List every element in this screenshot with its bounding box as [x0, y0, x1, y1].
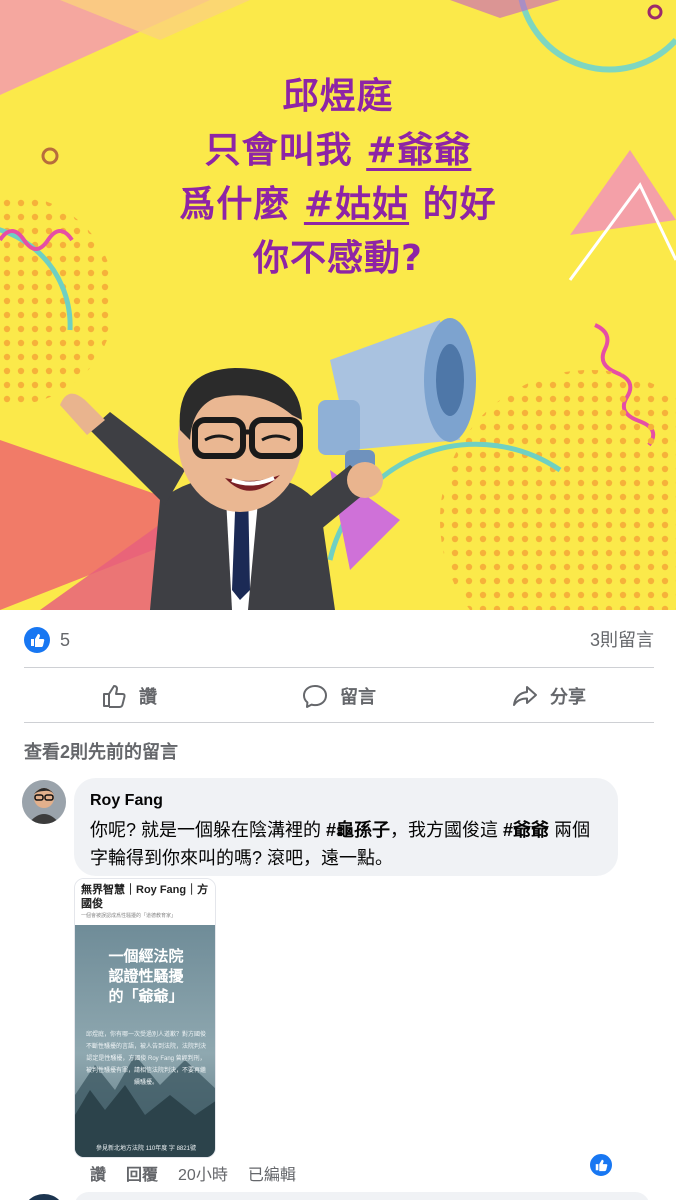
attachment-body-text: 邱煜庭，你有哪一次受過別人道歉？對方國俊不斷性騷擾的言語，被人告到法院，法院判決… — [85, 1032, 206, 1086]
comment-author[interactable]: Roy Fang — [90, 790, 602, 812]
comment-reaction-thumbs-up-icon[interactable] — [588, 1152, 614, 1178]
comment-count[interactable]: 3則留言 — [590, 627, 654, 653]
attachment-title-line: 認證性騷擾 — [108, 968, 184, 985]
like-button[interactable]: 讚 — [24, 672, 234, 720]
hashtag-link[interactable]: #爺爺 — [366, 130, 471, 171]
divider — [24, 722, 654, 723]
attachment-header-title: 無界智慧｜Roy Fang｜方國俊 — [81, 884, 209, 910]
headline-line-4: 你不感動? — [253, 238, 423, 279]
reactions-summary: 5 3則留言 — [0, 618, 676, 662]
share-arrow-icon — [513, 686, 537, 706]
hashtag-link[interactable]: #姑姑 — [304, 184, 409, 225]
comment-text: 你呢? 就是一個躲在陰溝裡的 #龜孫子，我方國俊這 #爺爺 兩個字輪得到你來叫的… — [90, 816, 602, 872]
comment-edited-label[interactable]: 已編輯 — [248, 1165, 296, 1187]
headline-line-1: 邱煜庭 — [282, 76, 394, 117]
headline-text: 只會叫我 — [204, 130, 367, 171]
attachment-title-line: 的「爺爺」 — [108, 988, 184, 1005]
view-previous-comments-link[interactable]: 查看2則先前的留言 — [24, 738, 178, 764]
comment-button[interactable]: 留言 — [234, 672, 444, 720]
comment-like-link[interactable]: 讚 — [90, 1165, 106, 1187]
hashtag-link[interactable]: #爺爺 — [503, 820, 549, 840]
comment-bubble: Roy Fang 你呢? 就是一個躲在陰溝裡的 #龜孫子，我方國俊這 #爺爺 兩… — [74, 778, 618, 876]
headline-line-2: 只會叫我 #爺爺 — [0, 124, 676, 178]
post-image[interactable]: 邱煜庭 只會叫我 #爺爺 爲什麼 #姑姑 的好 你不感動? — [0, 0, 676, 610]
comment-text-segment: ，我方國俊這 — [390, 820, 504, 840]
comment-bubble — [74, 1192, 650, 1200]
share-button[interactable]: 分享 — [444, 672, 654, 720]
attachment-panel: 一個經法院 認證性騷擾 的「爺爺」 邱煜庭，你有哪一次受過別人道歉？對方國俊不斷… — [75, 925, 215, 1157]
share-button-label: 分享 — [550, 687, 586, 707]
comment-meta: 讚 回覆 20小時 已編輯 — [90, 1165, 296, 1187]
attachment-header-subtitle: 一個會被誤認成爲性騷擾的「道德教育家」 — [81, 913, 177, 919]
headline-text: 爲什麼 — [179, 184, 304, 225]
headline-text: 的好 — [409, 184, 497, 225]
like-count[interactable]: 5 — [60, 627, 70, 653]
attachment-big-title: 一個經法院 認證性騷擾 的「爺爺」 — [75, 947, 215, 1007]
comment-text-segment: 你呢? 就是一個躲在陰溝裡的 — [90, 820, 327, 840]
speech-bubble-icon — [303, 685, 327, 708]
avatar[interactable] — [22, 780, 66, 824]
divider — [24, 667, 654, 668]
post-action-bar: 讚 留言 分享 — [24, 672, 654, 720]
comment-image-attachment[interactable]: 無界智慧｜Roy Fang｜方國俊 一個會被誤認成爲性騷擾的「道德教育家」 一個… — [74, 878, 216, 1158]
thumbs-up-outline-icon — [103, 685, 126, 708]
comment-reply-link[interactable]: 回覆 — [126, 1165, 158, 1187]
thumbs-up-icon[interactable] — [24, 627, 50, 653]
avatar[interactable] — [22, 1194, 66, 1200]
attachment-header: 無界智慧｜Roy Fang｜方國俊 一個會被誤認成爲性騷擾的「道德教育家」 — [75, 879, 215, 925]
comment-timestamp[interactable]: 20小時 — [178, 1165, 228, 1187]
comment-button-label: 留言 — [340, 687, 376, 707]
headline: 邱煜庭 只會叫我 #爺爺 爲什麼 #姑姑 的好 你不感動? — [0, 70, 676, 286]
attachment-footer: 參見新北地方法院 110年度 字 8821號 — [96, 1146, 196, 1152]
like-button-label: 讚 — [139, 687, 157, 707]
hashtag-link[interactable]: #龜孫子 — [326, 820, 390, 840]
headline-line-3: 爲什麼 #姑姑 的好 — [0, 178, 676, 232]
attachment-title-line: 一個經法院 — [108, 948, 184, 965]
